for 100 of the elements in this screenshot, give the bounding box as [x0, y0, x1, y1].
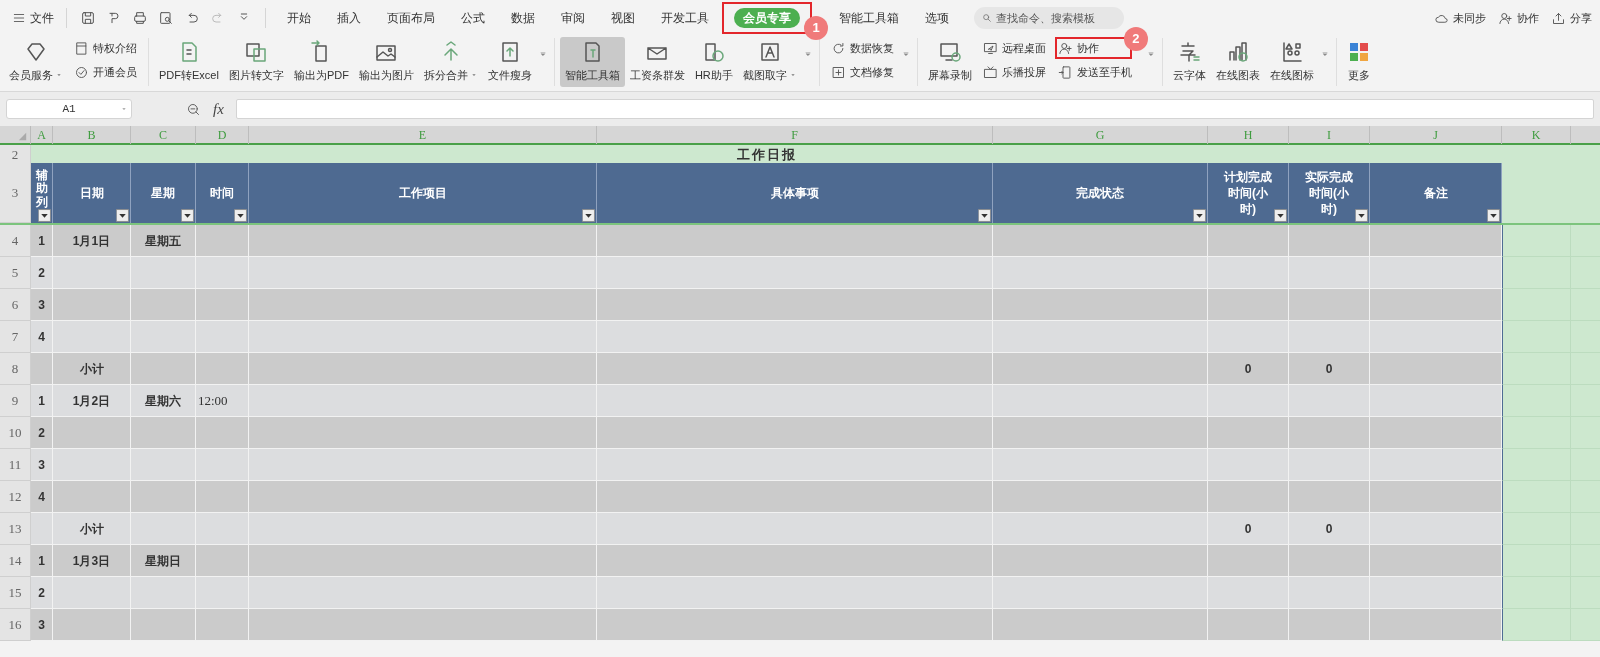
row-header[interactable]: 12	[0, 481, 31, 513]
row-header[interactable]: 16	[0, 609, 31, 641]
row-header[interactable]: 7	[0, 321, 31, 353]
table-cell: 1月2日	[53, 385, 131, 417]
ribbon-button[interactable]: 输出为图片	[353, 37, 419, 87]
ribbon-tab[interactable]: 开始	[274, 5, 324, 31]
table-cell	[196, 577, 249, 609]
ribbon-button[interactable]: 远程桌面	[979, 37, 1049, 59]
filter-dropdown-icon[interactable]	[582, 209, 595, 222]
table-cell	[1502, 449, 1571, 481]
send-screen-icon	[982, 40, 998, 56]
ribbon-button[interactable]: 更多	[1341, 37, 1376, 87]
row-header[interactable]: 13	[0, 513, 31, 545]
step-number-badge: 1	[804, 16, 828, 40]
row-header[interactable]: 2	[0, 145, 31, 166]
ribbon-button[interactable]: 拆分合并	[418, 37, 483, 87]
ribbon-button[interactable]: 数据恢复	[827, 37, 897, 59]
table-cell	[1502, 577, 1571, 609]
zoom-icon[interactable]	[186, 101, 201, 117]
ribbon-button[interactable]: 特权介绍	[71, 37, 140, 59]
header-cell: 计划完成时间(小时)	[1208, 163, 1289, 223]
ribbon-button[interactable]: 屏幕录制	[922, 37, 977, 87]
table-cell: 12:00	[196, 385, 249, 417]
table-cell	[196, 257, 249, 289]
row-header[interactable]: 14	[0, 545, 31, 577]
row-header[interactable]: 10	[0, 417, 31, 449]
image-document-icon	[244, 40, 269, 64]
function-label[interactable]: fx	[213, 97, 224, 121]
ribbon-button[interactable]: 协作	[1054, 37, 1102, 59]
ribbon-button[interactable]: 截图取字	[737, 37, 802, 87]
ribbon-button[interactable]: 文件瘦身	[482, 37, 537, 87]
toolbar-button[interactable]: 未同步	[1434, 9, 1486, 27]
table-cell	[131, 417, 196, 449]
ribbon-tab[interactable]: 选项	[912, 5, 962, 31]
ribbon-button[interactable]: 乐播投屏	[979, 61, 1049, 83]
ribbon-button[interactable]: 开通会员	[71, 61, 140, 83]
toolbar-button[interactable]: 分享	[1551, 9, 1592, 27]
ribbon-tab[interactable]: 智能工具箱	[826, 5, 912, 31]
row-header[interactable]: 6	[0, 289, 31, 321]
filter-dropdown-icon[interactable]	[978, 209, 991, 222]
filter-dropdown-icon[interactable]	[234, 209, 247, 222]
ribbon-tab[interactable]: 视图	[598, 5, 648, 31]
table-cell	[1571, 225, 1600, 257]
ribbon-button[interactable]: 工资条群发	[624, 37, 690, 87]
table-cell: 4	[31, 321, 53, 353]
refresh-icon	[830, 40, 846, 56]
monitor-icon	[937, 40, 962, 64]
ribbon-tab[interactable]: 数据	[498, 5, 548, 31]
format-painter-icon[interactable]	[106, 10, 122, 26]
filter-dropdown-icon[interactable]	[1274, 209, 1287, 222]
print-preview-icon[interactable]	[158, 10, 174, 26]
table-cell: 星期六	[131, 385, 196, 417]
user-add-icon	[1057, 40, 1073, 56]
filter-dropdown-icon[interactable]	[1193, 209, 1206, 222]
table-cell: 2	[31, 257, 53, 289]
ribbon-button[interactable]: 云字体	[1167, 37, 1211, 87]
row-header[interactable]: 15	[0, 577, 31, 609]
ribbon-button[interactable]: 发送至手机	[1054, 61, 1135, 83]
filter-dropdown-icon[interactable]	[1355, 209, 1368, 222]
table-cell	[196, 481, 249, 513]
search-field[interactable]: 查找命令、搜索模板	[974, 7, 1124, 29]
filter-dropdown-icon[interactable]	[181, 209, 194, 222]
row-header[interactable]: 9	[0, 385, 31, 417]
toolbar-button[interactable]: 协作	[1498, 9, 1539, 27]
header-cell: 工作项目	[249, 163, 597, 223]
row-header[interactable]: 8	[0, 353, 31, 385]
filter-dropdown-icon[interactable]	[116, 209, 129, 222]
print-icon[interactable]	[132, 10, 148, 26]
ribbon-tab[interactable]: 公式	[448, 5, 498, 31]
table-cell	[131, 481, 196, 513]
table-cell	[1571, 609, 1600, 641]
table-cell	[131, 289, 196, 321]
header-cell: 完成状态	[993, 163, 1208, 223]
formula-input[interactable]	[235, 99, 1594, 119]
row-header[interactable]: 3	[0, 163, 31, 223]
row-header[interactable]: 11	[0, 449, 31, 481]
user-add-icon	[1498, 10, 1513, 26]
ribbon-button[interactable]: 会员服务	[4, 37, 68, 87]
ribbon-tab[interactable]: 页面布局	[374, 5, 448, 31]
table-cell	[1502, 289, 1571, 321]
ribbon-tab[interactable]: 审阅	[548, 5, 598, 31]
ribbon-button[interactable]: PDF转Excel	[154, 37, 224, 87]
ribbon-button[interactable]: 在线图表	[1210, 37, 1265, 87]
file-menu[interactable]: 文件	[8, 5, 58, 31]
save-icon[interactable]	[80, 10, 96, 26]
ribbon-button[interactable]: 图片转文字	[223, 37, 289, 87]
table-cell	[196, 417, 249, 449]
ribbon-button[interactable]: 输出为PDF	[288, 37, 354, 87]
row-header[interactable]: 5	[0, 257, 31, 289]
filter-dropdown-icon[interactable]	[38, 209, 51, 222]
filter-dropdown-icon[interactable]	[1487, 209, 1500, 222]
ribbon-tab[interactable]: 开发工具	[648, 5, 722, 31]
table-cell	[196, 609, 249, 641]
ribbon-button[interactable]: HR助手	[689, 37, 738, 87]
ribbon-button[interactable]: 智能工具箱	[559, 37, 625, 87]
ribbon-tab[interactable]: 插入	[324, 5, 374, 31]
ribbon-button[interactable]: 在线图标	[1264, 37, 1319, 87]
name-box[interactable]: A1	[6, 99, 132, 119]
ribbon-button[interactable]: 文档修复	[827, 61, 897, 83]
row-header[interactable]: 4	[0, 225, 31, 257]
